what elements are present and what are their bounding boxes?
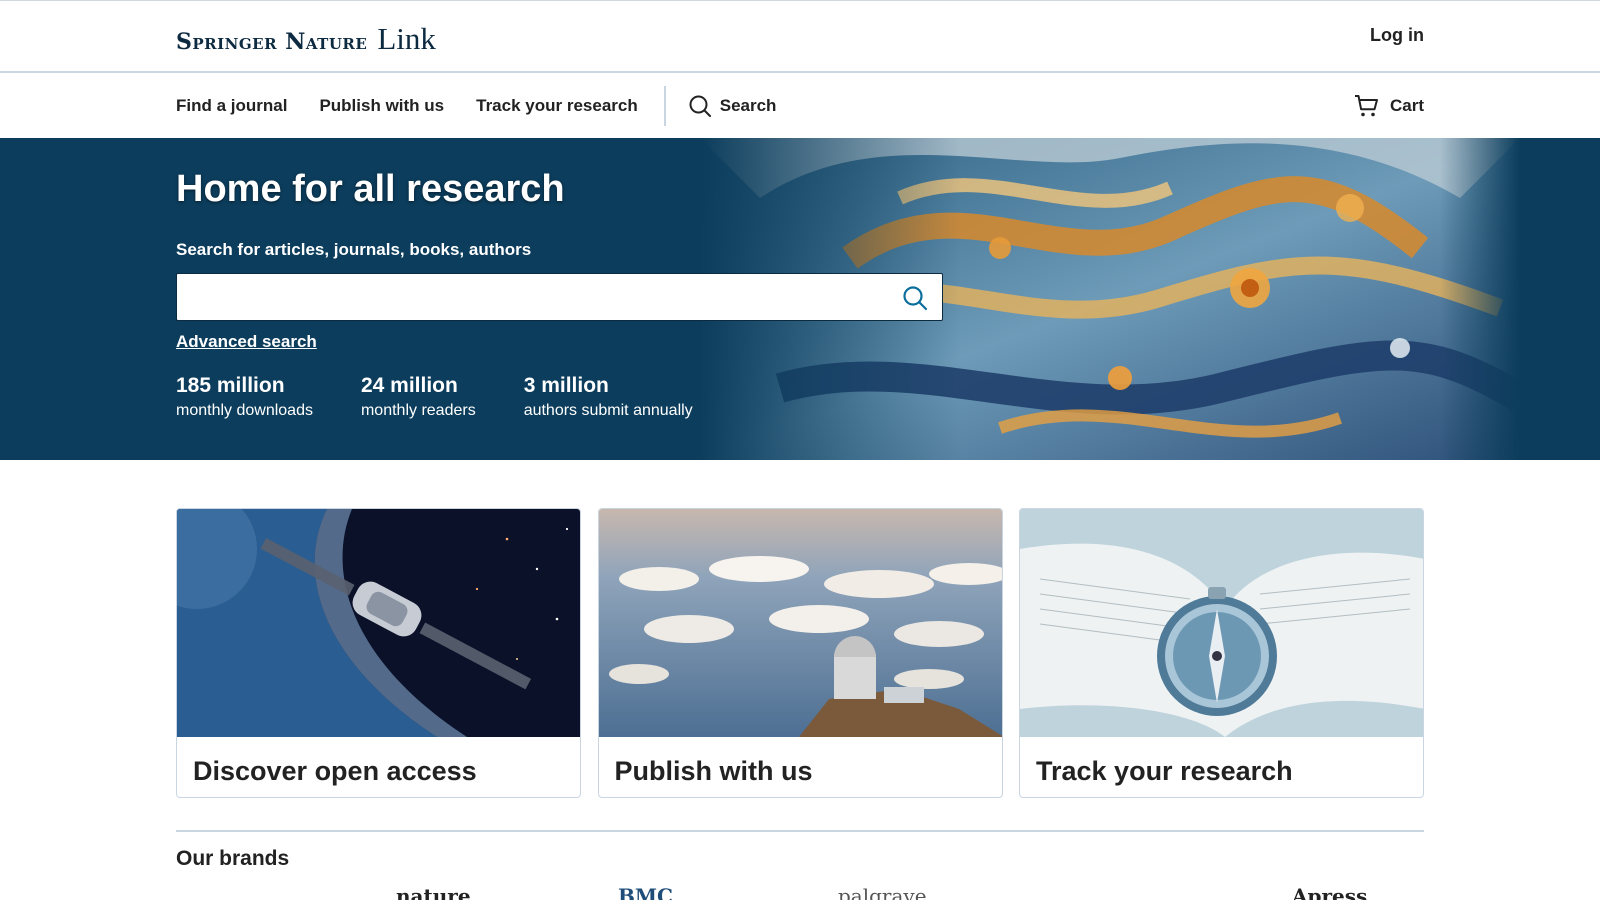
compass-book-image bbox=[1020, 509, 1423, 737]
stat-value: 185 million bbox=[176, 374, 285, 397]
stat-authors: 3 million authors submit annually bbox=[524, 374, 693, 420]
nav-publish-with-us[interactable]: Publish with us bbox=[319, 96, 444, 116]
search-icon bbox=[689, 95, 711, 117]
spacecraft-earth-image bbox=[177, 509, 580, 737]
logo-brand: Springer Nature bbox=[176, 29, 368, 55]
card-title: Discover open access bbox=[193, 756, 477, 786]
card-track-your-research[interactable]: Track your research bbox=[1019, 508, 1424, 798]
advanced-search-link[interactable]: Advanced search bbox=[176, 332, 317, 352]
hero-search-label: Search for articles, journals, books, au… bbox=[176, 240, 532, 259]
nav-track-your-research[interactable]: Track your research bbox=[476, 96, 638, 116]
top-bar: Springer Nature Link Log in bbox=[0, 0, 1600, 73]
brand-logo-palgrave[interactable]: palgrave bbox=[838, 884, 927, 900]
card-title: Track your research bbox=[1036, 756, 1293, 786]
logo-product: Link bbox=[377, 21, 436, 56]
nav-search-label: Search bbox=[719, 95, 777, 115]
search-submit-icon[interactable] bbox=[902, 285, 928, 311]
hero-stats: 185 million monthly downloads 24 million… bbox=[176, 374, 741, 420]
brand-logo-nature[interactable]: nature bbox=[396, 884, 471, 900]
brands-title: Our brands bbox=[176, 847, 290, 870]
main-navigation: Find a journal Publish with us Track you… bbox=[0, 73, 1600, 138]
stat-label: authors submit annually bbox=[523, 402, 693, 419]
stat-downloads: 185 million monthly downloads bbox=[176, 374, 313, 420]
nav-divider bbox=[663, 85, 666, 126]
card-discover-open-access[interactable]: Discover open access bbox=[176, 508, 581, 798]
brand-logo-apress[interactable]: Apress bbox=[1292, 884, 1367, 900]
feature-cards: Discover open access Publish with us Tra… bbox=[176, 508, 1424, 798]
section-divider bbox=[176, 830, 1424, 832]
hero-banner: Home for all research Search for article… bbox=[0, 138, 1600, 460]
cart-button[interactable]: Cart bbox=[1354, 73, 1424, 138]
cart-icon bbox=[1354, 94, 1378, 116]
observatory-clouds-image bbox=[598, 509, 1002, 737]
login-link[interactable]: Log in bbox=[1370, 25, 1424, 46]
brand-logo-bmc[interactable]: BMC bbox=[618, 884, 673, 900]
cart-label: Cart bbox=[1389, 95, 1424, 115]
nav-search-button[interactable]: Search bbox=[688, 94, 777, 118]
stat-label: monthly downloads bbox=[176, 402, 313, 419]
hero-fade-right bbox=[1440, 138, 1520, 460]
hero-search-box bbox=[176, 273, 943, 321]
nav-find-a-journal[interactable]: Find a journal bbox=[176, 96, 287, 116]
card-publish-with-us[interactable]: Publish with us bbox=[597, 508, 1003, 798]
stat-value: 24 million bbox=[360, 374, 458, 397]
springer-nature-link-logo[interactable]: Springer Nature Link bbox=[176, 21, 436, 57]
stat-readers: 24 million monthly readers bbox=[361, 374, 476, 420]
hero-search-input[interactable] bbox=[177, 274, 877, 320]
stat-value: 3 million bbox=[523, 374, 609, 397]
card-title: Publish with us bbox=[614, 756, 813, 786]
stat-label: monthly readers bbox=[360, 402, 476, 419]
hero-title: Home for all research bbox=[176, 168, 565, 210]
